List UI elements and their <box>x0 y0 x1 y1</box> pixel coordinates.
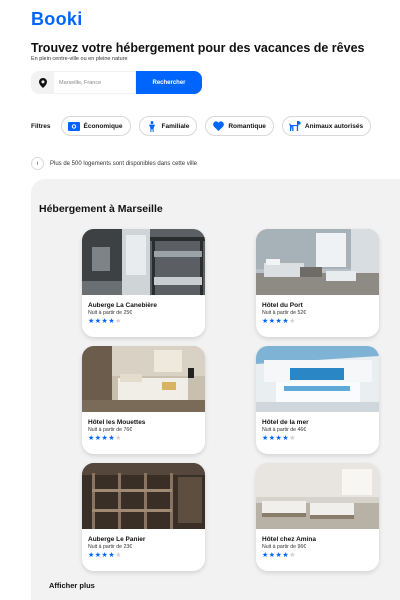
rating-stars: ★★★★★ <box>262 552 296 559</box>
filter-label: Animaux autorisés <box>304 122 364 130</box>
availability-info: i Plus de 500 logements sont disponibles… <box>31 157 197 170</box>
filter-animaux[interactable]: Animaux autorisés <box>281 116 372 136</box>
hero-title: Trouvez votre hébergement pour des vacan… <box>31 41 365 55</box>
search-button[interactable]: Rechercher <box>136 71 202 94</box>
rating-stars: ★★★★★ <box>262 318 296 325</box>
search-bar: Rechercher <box>31 71 202 94</box>
accommodation-name: Auberge La Canebière <box>88 302 157 309</box>
accommodation-price: Nuit à partir de 96€ <box>262 544 307 550</box>
filter-label: Économique <box>83 122 123 130</box>
accommodation-card[interactable]: Auberge Le Panier Nuit à partir de 23€ ★… <box>82 463 205 571</box>
accommodation-name: Hôtel les Mouettes <box>88 419 146 426</box>
section-title: Hébergement à Marseille <box>39 203 163 215</box>
accommodation-card[interactable]: Hôtel chez Amina Nuit à partir de 96€ ★★… <box>256 463 379 571</box>
filter-economique[interactable]: Économique <box>60 116 131 136</box>
availability-text: Plus de 500 logements sont disponibles d… <box>50 160 198 167</box>
accommodation-name: Hôtel chez Amina <box>262 536 316 543</box>
hostel-room-photo <box>82 229 205 295</box>
rating-stars: ★★★★★ <box>88 318 122 325</box>
hero-subtitle: En plein centre-ville ou en pleine natur… <box>31 56 128 62</box>
accommodation-card[interactable]: Hôtel du Port Nuit à partir de 52€ ★★★★★ <box>256 229 379 337</box>
heart-icon <box>212 121 224 131</box>
show-more-link[interactable]: Afficher plus <box>49 581 95 590</box>
hotel-room-photo <box>256 346 379 412</box>
accommodation-name: Hôtel du Port <box>262 302 303 309</box>
money-icon <box>67 121 80 131</box>
rating-stars: ★★★★★ <box>88 552 122 559</box>
child-icon <box>146 120 158 132</box>
search-input[interactable] <box>54 71 136 94</box>
filters-label: Filtres <box>31 122 51 130</box>
location-pin-icon <box>31 71 54 94</box>
hotel-room-photo <box>256 463 379 529</box>
accommodation-price: Nuit à partir de 23€ <box>88 544 133 550</box>
accommodation-price: Nuit à partir de 52€ <box>262 310 307 316</box>
accommodation-price: Nuit à partir de 25€ <box>88 310 133 316</box>
accommodation-card[interactable]: Hôtel de la mer Nuit à partir de 46€ ★★★… <box>256 346 379 454</box>
filter-label: Familiale <box>161 122 190 130</box>
filter-romantique[interactable]: Romantique <box>205 116 274 136</box>
accommodation-price: Nuit à partir de 46€ <box>262 427 307 433</box>
accommodation-name: Auberge Le Panier <box>88 536 146 543</box>
accommodation-name: Hôtel de la mer <box>262 419 309 426</box>
hotel-room-photo <box>256 229 379 295</box>
rating-stars: ★★★★★ <box>88 435 122 442</box>
accommodation-card[interactable]: Hôtel les Mouettes Nuit à partir de 76€ … <box>82 346 205 454</box>
accommodation-price: Nuit à partir de 76€ <box>88 427 133 433</box>
filters-bar: Filtres Économique Familiale Romantique … <box>31 116 379 136</box>
accommodations-section: Hébergement à Marseille Auberge La Caneb… <box>31 179 400 600</box>
accommodation-card[interactable]: Auberge La Canebière Nuit à partir de 25… <box>82 229 205 337</box>
rating-stars: ★★★★★ <box>262 435 296 442</box>
filter-familiale[interactable]: Familiale <box>138 116 198 136</box>
hotel-room-photo <box>82 346 205 412</box>
dog-icon <box>288 121 301 131</box>
hostel-room-photo <box>82 463 205 529</box>
info-icon: i <box>31 157 44 170</box>
filter-label: Romantique <box>228 122 266 130</box>
booki-logo[interactable]: Booki <box>31 9 83 30</box>
